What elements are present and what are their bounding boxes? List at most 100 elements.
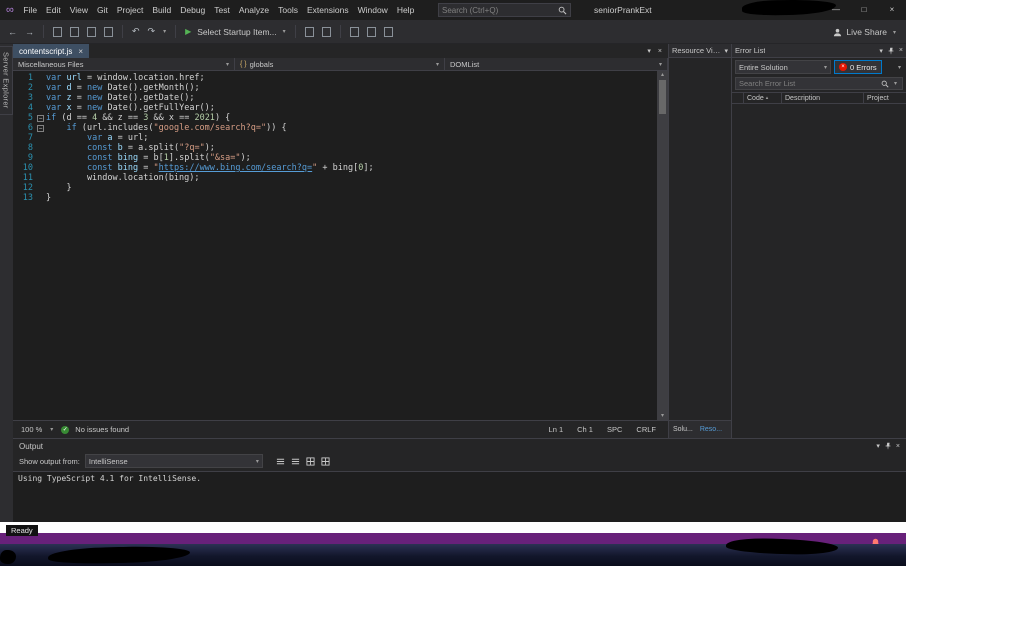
search-input[interactable]	[439, 5, 558, 15]
scrollbar-thumb[interactable]	[659, 80, 666, 114]
code-line-9[interactable]: 9 const bing = b[1].split("&sa=");	[13, 153, 657, 163]
zoom-level-dropdown[interactable]: 100 %	[21, 425, 42, 434]
panel-close-icon[interactable]: ×	[899, 47, 903, 54]
chevron-down-icon[interactable]: ▾	[879, 47, 883, 55]
chevron-down-icon[interactable]: ▾	[48, 426, 55, 433]
new-file-icon[interactable]	[53, 26, 62, 37]
find-icon[interactable]	[349, 26, 359, 37]
dock-tab-solu[interactable]: Solu...	[671, 423, 695, 438]
redo-icon[interactable]: ↷	[146, 26, 158, 37]
error-list-search-box[interactable]: ▾	[735, 77, 903, 90]
column-project[interactable]: Project	[864, 93, 906, 103]
word-wrap-icon[interactable]	[291, 457, 300, 466]
scroll-down-icon[interactable]: ▾	[661, 412, 664, 419]
navigate-back-icon[interactable]: ←	[6, 27, 19, 37]
menu-window[interactable]: Window	[353, 0, 392, 20]
menu-tools[interactable]: Tools	[274, 0, 303, 20]
errors-filter-button[interactable]: × 0 Errors	[834, 60, 882, 74]
start-debug-icon[interactable]: ▶	[183, 27, 193, 36]
project-dropdown[interactable]: Miscellaneous Files ▾	[13, 58, 235, 70]
menu-help[interactable]: Help	[392, 0, 418, 20]
pin-icon[interactable]	[887, 47, 895, 55]
navigate-forward-icon[interactable]: →	[23, 27, 36, 37]
tab-list-chevron-icon[interactable]: ▾	[647, 47, 651, 55]
code-line-1[interactable]: 1 var url = window.location.href;	[13, 73, 657, 83]
chevron-down-icon[interactable]: ▾	[161, 28, 168, 35]
menu-test[interactable]: Test	[210, 0, 235, 20]
chevron-down-icon[interactable]: ▾	[724, 47, 728, 55]
dock-tab-reso[interactable]: Reso...	[698, 423, 724, 438]
save-all-icon[interactable]	[104, 26, 113, 37]
code-line-10[interactable]: 10 const bing = " https://www.bing.com/se…	[13, 163, 657, 173]
document-tab-label: contentscript.js	[19, 46, 73, 56]
messages-icon[interactable]	[276, 457, 285, 466]
redaction-scribble	[47, 545, 191, 565]
error-list-header[interactable]: Error List ▾ ×	[732, 44, 906, 58]
tab-contentscript-js[interactable]: contentscript.js ×	[13, 44, 90, 58]
resource-view-header[interactable]: Resource View ▾	[669, 44, 731, 58]
editor-scrollbar[interactable]: ▴ ▾	[657, 71, 668, 420]
quick-search-box[interactable]	[438, 3, 571, 17]
live-share-label[interactable]: Live Share	[846, 27, 887, 37]
scope-dropdown[interactable]: { } globals ▾	[235, 58, 445, 70]
code-line-11[interactable]: 11 window.location(bing);	[13, 173, 657, 183]
server-explorer-tab[interactable]: Server Explorer	[0, 46, 13, 115]
fold-collapse-icon[interactable]: −	[37, 114, 44, 122]
menu-git[interactable]: Git	[92, 0, 112, 20]
output-header[interactable]: Output ▾ ×	[13, 439, 906, 453]
code-line-12[interactable]: 12 }	[13, 183, 657, 193]
menu-edit[interactable]: Edit	[42, 0, 66, 20]
menu-project[interactable]: Project	[112, 0, 147, 20]
scope-filter-dropdown[interactable]: Entire Solution ▾	[735, 60, 831, 74]
bookmark-icon[interactable]	[383, 26, 393, 37]
column-description[interactable]: Description	[782, 93, 864, 103]
tab-close-icon[interactable]: ×	[78, 47, 83, 56]
comment-icon[interactable]	[366, 26, 376, 37]
pin-icon[interactable]	[884, 442, 892, 450]
live-share-person-icon[interactable]	[833, 28, 842, 37]
menu-extensions[interactable]: Extensions	[302, 0, 353, 20]
close-button[interactable]: ×	[878, 0, 906, 20]
chevron-down-icon[interactable]: ▾	[281, 28, 288, 35]
error-search-input[interactable]	[736, 79, 878, 88]
attach-icon[interactable]	[321, 26, 331, 37]
output-log[interactable]: Using TypeScript 4.1 for IntelliSense.	[13, 471, 906, 522]
scroll-up-icon[interactable]: ▴	[661, 71, 664, 78]
severity-column-header[interactable]	[732, 93, 744, 103]
open-file-icon[interactable]	[70, 26, 79, 37]
undo-icon[interactable]: ↶	[130, 26, 142, 37]
editor-status-crlf[interactable]: CRLF	[636, 425, 656, 434]
editor-status-ch[interactable]: Ch 1	[577, 425, 593, 434]
editor-status-spc[interactable]: SPC	[607, 425, 622, 434]
code-line-6[interactable]: 6− if (url.includes("google.com/search?q…	[13, 123, 657, 133]
code-line-5[interactable]: 5− if (d == 4 && z == 3 && x == 2021) {	[13, 113, 657, 123]
chevron-down-icon[interactable]: ▾	[876, 442, 880, 450]
column-code[interactable]: Code ▴	[744, 93, 782, 103]
code-line-4[interactable]: 4 var x = new Date().getFullYear();	[13, 103, 657, 113]
build-icon[interactable]	[304, 26, 314, 37]
code-editor[interactable]: 1 var url = window.location.href; 2 var d =…	[13, 71, 657, 420]
code-line-3[interactable]: 3 var z = new Date().getDate();	[13, 93, 657, 103]
code-line-8[interactable]: 8 const b = a.split("?q=");	[13, 143, 657, 153]
menu-view[interactable]: View	[65, 0, 92, 20]
chevron-down-icon[interactable]: ▾	[891, 29, 898, 36]
code-line-7[interactable]: 7 var a = url;	[13, 133, 657, 143]
fold-collapse-icon[interactable]: −	[37, 124, 44, 132]
menu-build[interactable]: Build	[148, 0, 176, 20]
menu-analyze[interactable]: Analyze	[234, 0, 273, 20]
code-line-13[interactable]: 13}	[13, 193, 657, 203]
tab-strip-close-icon[interactable]: ×	[658, 48, 662, 55]
menu-debug[interactable]: Debug	[176, 0, 210, 20]
panel-close-icon[interactable]: ×	[896, 443, 900, 450]
toggle-output-icon[interactable]	[321, 457, 330, 466]
chevron-down-icon[interactable]: ▾	[898, 64, 903, 71]
editor-status-ln[interactable]: Ln 1	[549, 425, 564, 434]
menu-file[interactable]: File	[19, 0, 42, 20]
code-line-2[interactable]: 2 var d = new Date().getMonth();	[13, 83, 657, 93]
output-source-dropdown[interactable]: IntelliSense ▾	[84, 454, 263, 468]
startup-item-label[interactable]: Select Startup Item...	[197, 27, 276, 37]
clear-all-icon[interactable]	[306, 457, 315, 466]
member-dropdown[interactable]: DOMList ▾	[445, 58, 668, 70]
maximize-button[interactable]: □	[850, 0, 878, 20]
save-icon[interactable]	[87, 26, 96, 37]
